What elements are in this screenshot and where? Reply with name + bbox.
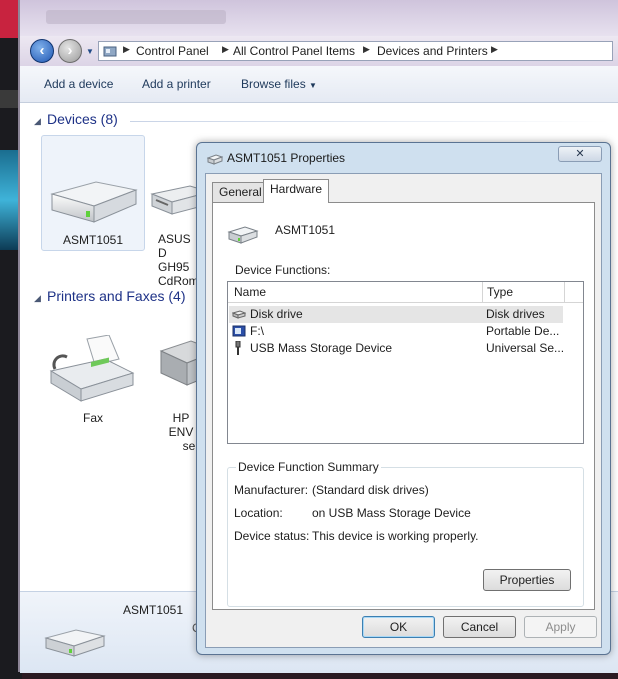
device-name-label: ASMT1051 bbox=[275, 223, 336, 237]
usb-icon bbox=[235, 341, 241, 355]
back-arrow-icon: ‹ bbox=[39, 42, 45, 59]
printer-icon bbox=[159, 340, 201, 386]
device-label: Fax bbox=[82, 411, 103, 425]
properties-dialog: ASMT1051 Properties ✕ General Hardware A… bbox=[196, 142, 611, 655]
device-asus-cdrom[interactable]: ASUS D GH95 CdRom bbox=[148, 135, 200, 285]
properties-button[interactable]: Properties bbox=[483, 569, 571, 591]
device-functions-label: Device Functions: bbox=[235, 263, 331, 277]
tab-general[interactable]: General bbox=[212, 182, 269, 202]
function-type: Universal Se... bbox=[486, 341, 565, 355]
printers-group-header[interactable]: Printers and Faxes (4) bbox=[47, 288, 186, 304]
forward-button[interactable]: › bbox=[58, 39, 82, 63]
list-header: Name Type bbox=[228, 282, 583, 303]
optical-drive-icon bbox=[150, 185, 200, 215]
tab-hardware[interactable]: Hardware bbox=[263, 179, 330, 203]
fax-icon bbox=[49, 335, 135, 402]
device-label-line: HP ENV bbox=[168, 411, 194, 439]
device-status-label: Device status: bbox=[234, 529, 310, 543]
device-functions-list[interactable]: Name Type Disk drive Disk drives F:\ Por… bbox=[227, 281, 584, 444]
dialog-body: General Hardware ASMT1051 Device Functio… bbox=[205, 173, 602, 648]
collapse-arrow-icon[interactable]: ◢ bbox=[34, 293, 41, 304]
breadcrumb-separator-icon[interactable]: ▶ bbox=[222, 44, 229, 55]
device-hp-printer[interactable]: HP ENV ser bbox=[155, 331, 201, 451]
portable-device-icon bbox=[232, 325, 246, 337]
group-divider bbox=[130, 121, 610, 122]
collapse-arrow-icon[interactable]: ◢ bbox=[34, 116, 41, 127]
device-asmt1051[interactable]: ASMT1051 bbox=[41, 135, 145, 251]
recent-pages-dropdown-icon[interactable]: ▼ bbox=[86, 47, 94, 56]
device-label-line: ser bbox=[182, 439, 200, 451]
location-value: on USB Mass Storage Device bbox=[312, 506, 471, 520]
function-name: Disk drive bbox=[250, 307, 303, 321]
breadcrumb-separator-icon[interactable]: ▶ bbox=[363, 44, 370, 55]
manufacturer-value: (Standard disk drives) bbox=[312, 483, 429, 497]
chevron-down-icon: ▼ bbox=[309, 81, 317, 90]
navigation-bar: ‹ › ▼ ▶ Control Panel ▶ All Control Pane… bbox=[20, 36, 618, 66]
location-label: Location: bbox=[234, 506, 283, 520]
column-divider[interactable] bbox=[564, 282, 565, 302]
list-item[interactable]: USB Mass Storage Device Universal Se... bbox=[229, 340, 565, 357]
dialog-title: ASMT1051 Properties bbox=[227, 151, 346, 165]
column-header-name[interactable]: Name bbox=[234, 285, 266, 299]
details-device-name: ASMT1051 bbox=[123, 603, 184, 617]
browse-files-label: Browse files bbox=[241, 77, 306, 91]
device-label-line: GH95 bbox=[158, 260, 190, 274]
summary-group-title: Device Function Summary bbox=[236, 460, 381, 474]
drive-icon bbox=[227, 226, 259, 244]
browse-files-button[interactable]: Browse files ▼ bbox=[241, 77, 317, 91]
external-drive-icon bbox=[50, 181, 138, 223]
command-toolbar: Add a device Add a printer Browse files … bbox=[20, 66, 618, 103]
device-fax[interactable]: Fax bbox=[41, 331, 145, 431]
close-icon: ✕ bbox=[575, 148, 585, 160]
list-item[interactable]: F:\ Portable De... bbox=[229, 323, 563, 340]
external-drive-icon bbox=[44, 629, 106, 657]
apply-button[interactable]: Apply bbox=[524, 616, 597, 638]
function-type: Portable De... bbox=[486, 324, 560, 338]
breadcrumb-item-devices-printers[interactable]: Devices and Printers bbox=[377, 44, 488, 58]
add-device-button[interactable]: Add a device bbox=[44, 77, 113, 91]
breadcrumb-item-all-items[interactable]: All Control Panel Items bbox=[233, 44, 355, 58]
device-label-line: ASUS D bbox=[158, 232, 191, 260]
drive-icon bbox=[207, 154, 223, 165]
forward-arrow-icon: › bbox=[67, 42, 73, 59]
function-name: F:\ bbox=[250, 324, 264, 338]
close-button[interactable]: ✕ bbox=[558, 146, 602, 162]
explorer-titlebar bbox=[20, 0, 618, 36]
hardware-tab-panel: ASMT1051 Device Functions: Name Type Dis… bbox=[212, 202, 595, 610]
function-type: Disk drives bbox=[486, 307, 545, 321]
ok-button[interactable]: OK bbox=[362, 616, 435, 638]
add-printer-button[interactable]: Add a printer bbox=[142, 77, 211, 91]
function-summary-group: Device Function Summary Manufacturer: (S… bbox=[227, 460, 584, 607]
device-label: ASMT1051 bbox=[62, 233, 124, 247]
device-label-line: CdRom bbox=[158, 274, 199, 285]
blurred-title-text bbox=[46, 10, 226, 24]
back-button[interactable]: ‹ bbox=[30, 39, 54, 63]
breadcrumb-separator-icon[interactable]: ▶ bbox=[123, 44, 130, 55]
manufacturer-label: Manufacturer: bbox=[234, 483, 309, 497]
breadcrumb-item-control-panel[interactable]: Control Panel bbox=[136, 44, 209, 58]
disk-drive-icon bbox=[232, 310, 246, 319]
device-status-value: This device is working properly. bbox=[312, 529, 479, 543]
function-name: USB Mass Storage Device bbox=[250, 341, 393, 355]
devices-group-header[interactable]: Devices (8) bbox=[47, 111, 118, 127]
column-divider[interactable] bbox=[482, 282, 483, 302]
cancel-button[interactable]: Cancel bbox=[443, 616, 516, 638]
breadcrumb-separator-icon[interactable]: ▶ bbox=[491, 44, 498, 55]
list-item[interactable]: Disk drive Disk drives bbox=[229, 306, 563, 323]
control-panel-icon bbox=[103, 46, 117, 57]
column-header-type[interactable]: Type bbox=[487, 285, 513, 299]
breadcrumb[interactable]: ▶ Control Panel ▶ All Control Panel Item… bbox=[98, 41, 613, 61]
